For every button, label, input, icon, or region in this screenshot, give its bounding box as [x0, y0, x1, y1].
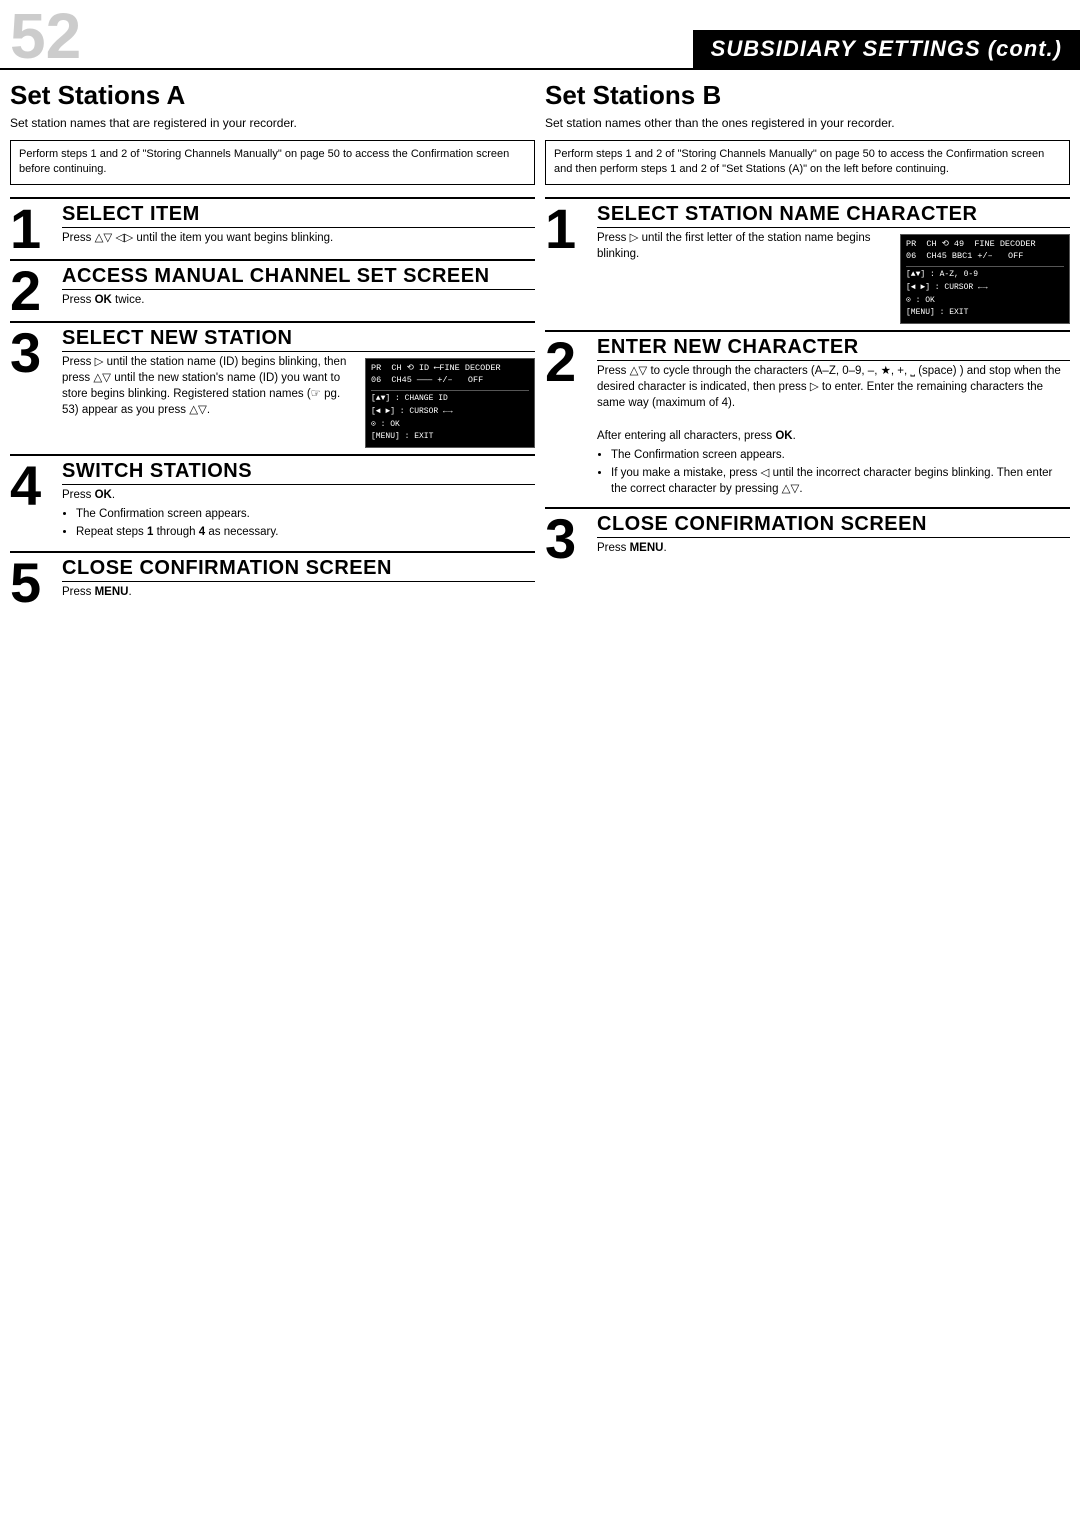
right-step-3: 3 CLOSE CONFIRMATION SCREEN Press MENU. [545, 507, 1070, 567]
left-step-2-text: Press OK twice. [62, 292, 535, 308]
right-step-3-content: CLOSE CONFIRMATION SCREEN Press MENU. [593, 509, 1070, 564]
right-step-2-text: Press △▽ to cycle through the characters… [597, 363, 1070, 497]
left-section-desc: Set station names that are registered in… [10, 115, 535, 132]
left-prereq-box: Perform steps 1 and 2 of "Storing Channe… [10, 140, 535, 185]
left-steps: 1 SELECT ITEM Press △▽ ◁▷ until the item… [10, 195, 535, 611]
left-step-4-content: SWITCH STATIONS Press OK. The Confirmati… [58, 456, 535, 548]
left-step-1-content: SELECT ITEM Press △▽ ◁▷ until the item y… [58, 199, 535, 254]
left-step-4-heading: SWITCH STATIONS [62, 460, 535, 485]
left-step-3-text: Press ▷ until the station name (ID) begi… [62, 354, 359, 418]
left-step-4: 4 SWITCH STATIONS Press OK. The Confirma… [10, 454, 535, 548]
left-step-5-text: Press MENU. [62, 584, 535, 600]
right-step-2-number: 2 [545, 332, 593, 390]
right-step-1-screen-area: PR CH ⟲ 49 FINE DECODER 06 CH45 BBC1 +/–… [900, 230, 1070, 325]
right-step-3-heading: CLOSE CONFIRMATION SCREEN [597, 513, 1070, 538]
left-step-4-number: 4 [10, 456, 58, 514]
left-step-3-text-block: Press ▷ until the station name (ID) begi… [62, 354, 359, 422]
right-step-2: 2 ENTER NEW CHARACTER Press △▽ to cycle … [545, 330, 1070, 505]
left-step-5-number: 5 [10, 553, 58, 611]
right-step-1-screen: PR CH ⟲ 49 FINE DECODER 06 CH45 BBC1 +/–… [900, 234, 1070, 325]
screen-key-labels: [▲▼] : CHANGE ID [◄ ►] : CURSOR ←→ ⊙ : O… [371, 390, 529, 444]
right-step-2-bullet-1: The Confirmation screen appears. [611, 447, 1070, 463]
right-column: Set Stations B Set station names other t… [545, 80, 1070, 611]
left-step-4-bullet-1: The Confirmation screen appears. [76, 506, 535, 522]
screen-row-1-text: PR CH ⟲ ID ⟵FINE DECODER [371, 362, 501, 375]
page-number: 52 [10, 0, 91, 68]
left-step-2: 2 ACCESS MANUAL CHANNEL SET SCREEN Press… [10, 259, 535, 319]
right-step-1-combined: Press ▷ until the first letter of the st… [597, 230, 1070, 325]
left-step-1-text: Press △▽ ◁▷ until the item you want begi… [62, 230, 535, 246]
left-column: Set Stations A Set station names that ar… [10, 80, 535, 611]
right-screen-row-1-text: PR CH ⟲ 49 FINE DECODER [906, 238, 1036, 251]
header-title-area: SUBSIDIARY SETTINGS (cont.) [91, 0, 1080, 68]
screen-row-2-text: 06 CH45 ——— +/– OFF [371, 374, 483, 387]
left-step-2-number: 2 [10, 261, 58, 319]
right-section-desc: Set station names other than the ones re… [545, 115, 1070, 132]
left-step-3-combined: Press ▷ until the station name (ID) begi… [62, 354, 535, 449]
right-step-2-bullet-2: If you make a mistake, press ◁ until the… [611, 465, 1070, 497]
left-step-5-content: CLOSE CONFIRMATION SCREEN Press MENU. [58, 553, 535, 608]
left-step-3-number: 3 [10, 323, 58, 381]
right-screen-row-2: 06 CH45 BBC1 +/– OFF [906, 250, 1064, 263]
main-content: Set Stations A Set station names that ar… [0, 70, 1080, 621]
right-step-1: 1 SELECT STATION NAME CHARACTER Press ▷ … [545, 197, 1070, 329]
right-step-2-heading: ENTER NEW CHARACTER [597, 336, 1070, 361]
left-step-1: 1 SELECT ITEM Press △▽ ◁▷ until the item… [10, 197, 535, 257]
left-step-3: 3 SELECT NEW STATION Press ▷ until the s… [10, 321, 535, 453]
right-screen-key-labels: [▲▼] : A-Z, 0-9 [◄ ►] : CURSOR ←→ ⊙ : OK… [906, 266, 1064, 320]
left-step-1-number: 1 [10, 199, 58, 257]
right-step-3-number: 3 [545, 509, 593, 567]
right-prereq-box: Perform steps 1 and 2 of "Storing Channe… [545, 140, 1070, 185]
left-step-3-screen-area: PR CH ⟲ ID ⟵FINE DECODER 06 CH45 ——— +/–… [365, 354, 535, 449]
left-step-1-heading: SELECT ITEM [62, 203, 535, 228]
left-step-2-content: ACCESS MANUAL CHANNEL SET SCREEN Press O… [58, 261, 535, 316]
screen-row-2: 06 CH45 ——— +/– OFF [371, 374, 529, 387]
right-step-1-text: Press ▷ until the first letter of the st… [597, 230, 894, 262]
right-step-1-content: SELECT STATION NAME CHARACTER Press ▷ un… [593, 199, 1070, 329]
right-step-2-content: ENTER NEW CHARACTER Press △▽ to cycle th… [593, 332, 1070, 505]
left-step-4-text: Press OK. The Confirmation screen appear… [62, 487, 535, 540]
left-step-3-screen: PR CH ⟲ ID ⟵FINE DECODER 06 CH45 ——— +/–… [365, 358, 535, 449]
right-screen-row-1: PR CH ⟲ 49 FINE DECODER [906, 238, 1064, 251]
right-step-1-number: 1 [545, 199, 593, 257]
left-step-3-content: SELECT NEW STATION Press ▷ until the sta… [58, 323, 535, 453]
left-step-3-heading: SELECT NEW STATION [62, 327, 535, 352]
header-title: SUBSIDIARY SETTINGS (cont.) [693, 30, 1080, 68]
right-section-title: Set Stations B [545, 80, 1070, 111]
right-steps: 1 SELECT STATION NAME CHARACTER Press ▷ … [545, 195, 1070, 567]
right-step-1-text-block: Press ▷ until the first letter of the st… [597, 230, 894, 266]
right-screen-row-2-text: 06 CH45 BBC1 +/– OFF [906, 250, 1023, 263]
right-step-1-heading: SELECT STATION NAME CHARACTER [597, 203, 1070, 228]
screen-row-1: PR CH ⟲ ID ⟵FINE DECODER [371, 362, 529, 375]
left-step-4-bullet-2: Repeat steps 1 through 4 as necessary. [76, 524, 535, 540]
page-header: 52 SUBSIDIARY SETTINGS (cont.) [0, 0, 1080, 70]
left-step-5: 5 CLOSE CONFIRMATION SCREEN Press MENU. [10, 551, 535, 611]
left-step-2-heading: ACCESS MANUAL CHANNEL SET SCREEN [62, 265, 535, 290]
right-step-3-text: Press MENU. [597, 540, 1070, 556]
left-step-5-heading: CLOSE CONFIRMATION SCREEN [62, 557, 535, 582]
left-section-title: Set Stations A [10, 80, 535, 111]
